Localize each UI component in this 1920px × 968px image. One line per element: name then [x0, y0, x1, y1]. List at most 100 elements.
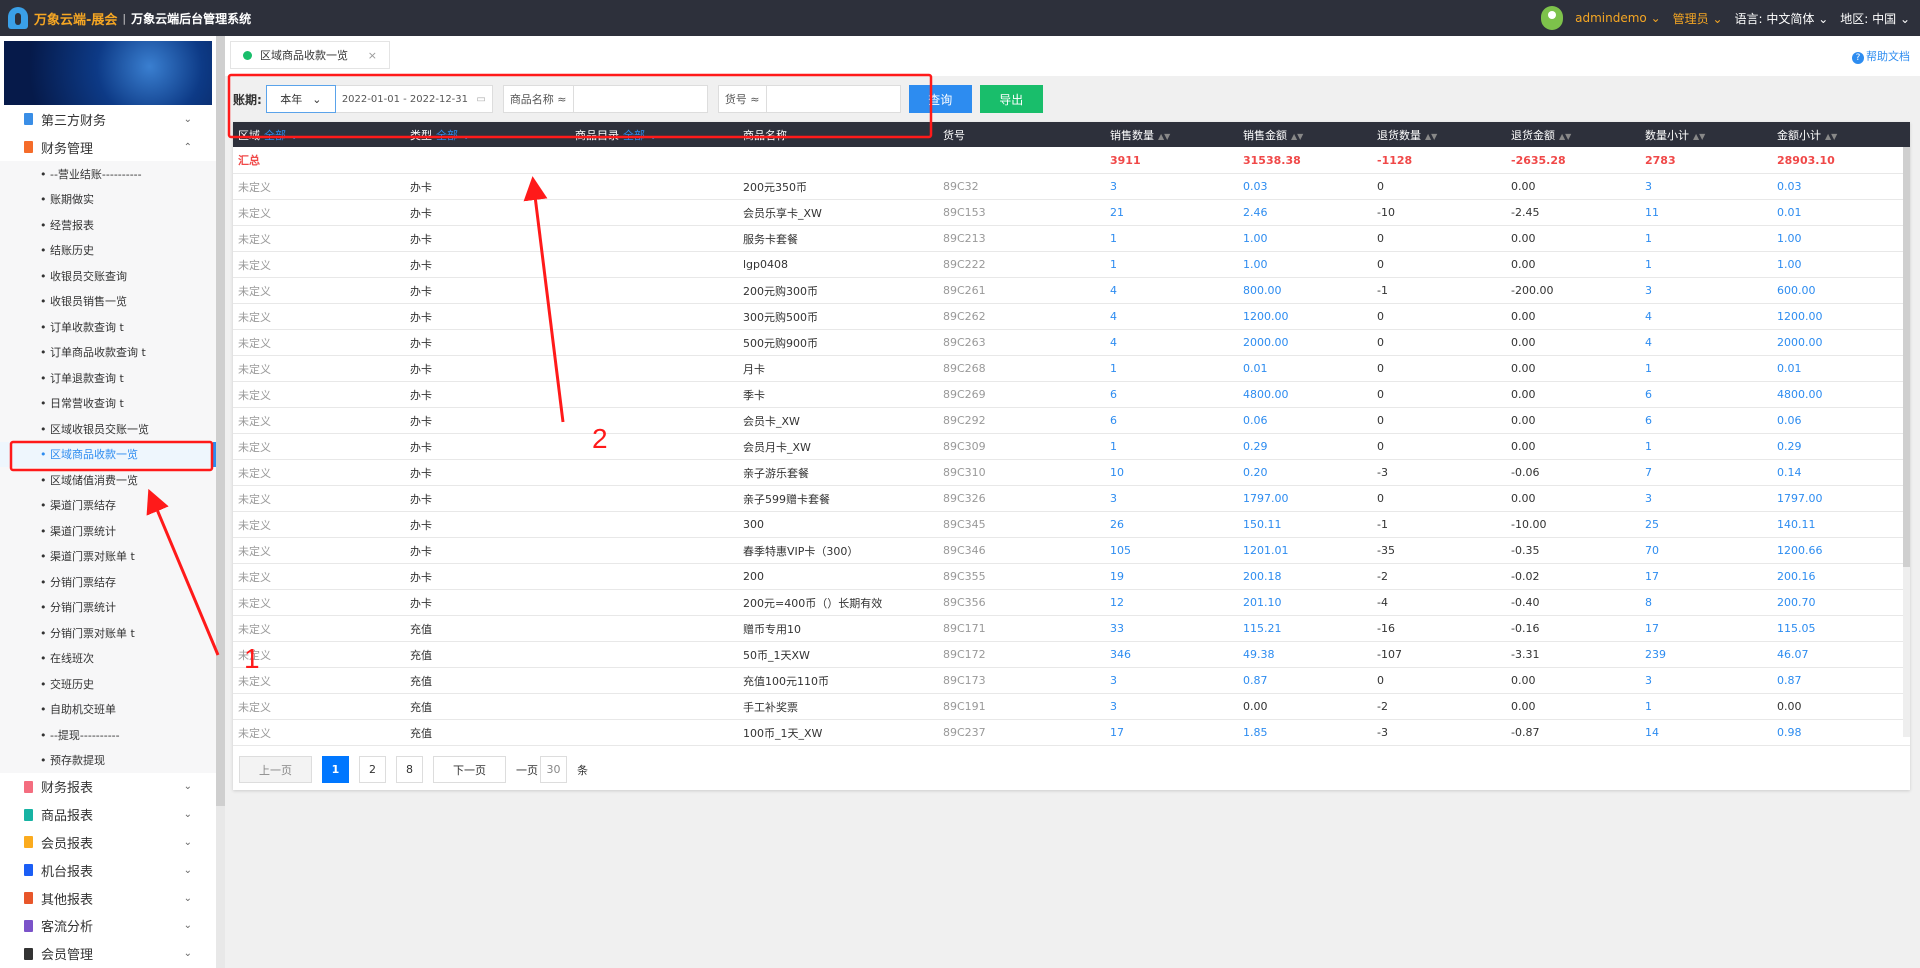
submenu-item[interactable]: • 分销门票对账单 t: [0, 620, 216, 646]
table-scrollbar[interactable]: [1903, 147, 1910, 737]
table-cell[interactable]: 200.16: [1772, 570, 1902, 583]
table-cell[interactable]: 0.87: [1772, 674, 1902, 687]
column-header[interactable]: 销售金额 ▲▼: [1238, 127, 1372, 143]
table-cell[interactable]: 0.98: [1772, 726, 1902, 739]
column-header[interactable]: 销售数量 ▲▼: [1105, 127, 1238, 143]
table-cell[interactable]: 0.29: [1238, 440, 1372, 453]
submenu-item[interactable]: • 在线班次: [0, 646, 216, 672]
period-select[interactable]: 本年 ⌄: [265, 85, 336, 113]
table-cell[interactable]: 4: [1640, 310, 1772, 323]
submenu-item[interactable]: • 分销门票统计: [0, 595, 216, 621]
column-header[interactable]: 退货数量 ▲▼: [1372, 127, 1506, 143]
table-cell[interactable]: 0.14: [1772, 466, 1902, 479]
table-cell[interactable]: 4: [1105, 284, 1238, 297]
table-cell[interactable]: 0.03: [1238, 180, 1372, 193]
table-cell[interactable]: 201.10: [1238, 596, 1372, 609]
table-cell[interactable]: 14: [1640, 726, 1772, 739]
table-cell[interactable]: 1: [1640, 440, 1772, 453]
table-cell[interactable]: 19: [1105, 570, 1238, 583]
export-button[interactable]: 导出: [979, 85, 1043, 113]
table-cell[interactable]: 800.00: [1238, 284, 1372, 297]
tab-active[interactable]: 区域商品收款一览 ×: [230, 41, 390, 69]
submenu-item[interactable]: • 渠道门票结存: [0, 493, 216, 519]
sort-icon[interactable]: ▲▼: [1158, 132, 1170, 140]
table-cell[interactable]: 1201.01: [1238, 544, 1372, 557]
column-header[interactable]: 金额小计 ▲▼: [1772, 127, 1902, 143]
submenu-item[interactable]: • 订单商品收款查询 t: [0, 340, 216, 366]
table-cell[interactable]: 2.46: [1238, 206, 1372, 219]
table-cell[interactable]: 1: [1640, 232, 1772, 245]
table-cell[interactable]: 1: [1105, 232, 1238, 245]
submenu-item[interactable]: • 收银员销售一览: [0, 289, 216, 315]
table-cell[interactable]: 12: [1105, 596, 1238, 609]
table-cell[interactable]: 4: [1105, 336, 1238, 349]
sort-icon[interactable]: ▲▼: [1425, 132, 1437, 140]
table-cell[interactable]: 26: [1105, 518, 1238, 531]
table-cell[interactable]: 49.38: [1238, 648, 1372, 661]
sort-icon[interactable]: ▲▼: [1559, 132, 1571, 140]
table-cell[interactable]: 115.21: [1238, 622, 1372, 635]
table-cell[interactable]: 0.00: [1772, 700, 1902, 713]
table-cell[interactable]: 1: [1640, 362, 1772, 375]
table-cell[interactable]: 70: [1640, 544, 1772, 557]
table-cell[interactable]: 150.11: [1238, 518, 1372, 531]
table-cell[interactable]: 115.05: [1772, 622, 1902, 635]
table-cell[interactable]: 1200.00: [1238, 310, 1372, 323]
sidebar-item[interactable]: 财务管理 ⌃: [0, 133, 216, 161]
query-button[interactable]: 查询: [908, 85, 972, 113]
submenu-item[interactable]: • --提现----------: [0, 722, 216, 748]
table-cell[interactable]: 1.00: [1772, 258, 1902, 271]
language-select[interactable]: 中文简体 ⌄: [1766, 12, 1828, 26]
table-cell[interactable]: 1: [1105, 258, 1238, 271]
table-cell[interactable]: 0.20: [1238, 466, 1372, 479]
table-cell[interactable]: 0.06: [1238, 414, 1372, 427]
table-cell[interactable]: 4800.00: [1772, 388, 1902, 401]
sidebar-item[interactable]: 第三方财务 ⌄: [0, 105, 216, 133]
user-menu[interactable]: admindemo ⌄: [1575, 11, 1661, 25]
table-cell[interactable]: 140.11: [1772, 518, 1902, 531]
submenu-item[interactable]: • 区域商品收款一览: [0, 441, 216, 467]
table-cell[interactable]: 1.00: [1772, 232, 1902, 245]
product-name-input[interactable]: [573, 86, 704, 112]
page-button[interactable]: 1: [322, 756, 349, 783]
table-cell[interactable]: 1797.00: [1772, 492, 1902, 505]
table-cell[interactable]: 1797.00: [1238, 492, 1372, 505]
sidebar-item[interactable]: 商品报表 ⌄: [0, 801, 216, 829]
submenu-item[interactable]: • 自助机交班单: [0, 697, 216, 723]
sidebar-scrollbar[interactable]: [216, 36, 225, 968]
table-cell[interactable]: 0.00: [1238, 700, 1372, 713]
table-cell[interactable]: 21: [1105, 206, 1238, 219]
sidebar-item[interactable]: 会员报表 ⌄: [0, 829, 216, 857]
role-menu[interactable]: 管理员 ⌄: [1673, 10, 1723, 27]
submenu-item[interactable]: • 预存款提现: [0, 748, 216, 774]
next-page-button[interactable]: 下一页: [433, 756, 506, 783]
prev-page-button[interactable]: 上一页: [239, 756, 312, 783]
table-cell[interactable]: 2000.00: [1772, 336, 1902, 349]
submenu-item[interactable]: • 结账历史: [0, 238, 216, 264]
table-cell[interactable]: 1: [1640, 258, 1772, 271]
page-size-input[interactable]: 30: [540, 756, 567, 783]
sort-icon[interactable]: ▲▼: [1825, 132, 1837, 140]
table-cell[interactable]: 0.01: [1238, 362, 1372, 375]
submenu-item[interactable]: • 收银员交账查询: [0, 263, 216, 289]
table-cell[interactable]: 8: [1640, 596, 1772, 609]
sort-icon[interactable]: ▲▼: [1693, 132, 1705, 140]
date-range-input[interactable]: 2022-01-01 - 2022-12-31 ▭: [335, 85, 493, 113]
table-cell[interactable]: 1: [1105, 440, 1238, 453]
table-cell[interactable]: 0.01: [1772, 362, 1902, 375]
page-button[interactable]: 8: [396, 756, 423, 783]
table-cell[interactable]: 4800.00: [1238, 388, 1372, 401]
table-cell[interactable]: 346: [1105, 648, 1238, 661]
column-filter[interactable]: 全部 ⌄: [623, 129, 658, 142]
table-cell[interactable]: 1200.00: [1772, 310, 1902, 323]
table-cell[interactable]: 1.85: [1238, 726, 1372, 739]
submenu-item[interactable]: • 订单收款查询 t: [0, 314, 216, 340]
table-cell[interactable]: 0.01: [1772, 206, 1902, 219]
table-cell[interactable]: 200.70: [1772, 596, 1902, 609]
submenu-item[interactable]: • 渠道门票对账单 t: [0, 544, 216, 570]
table-cell[interactable]: 11: [1640, 206, 1772, 219]
table-cell[interactable]: 1200.66: [1772, 544, 1902, 557]
help-docs-link[interactable]: ? 帮助文档: [1852, 48, 1910, 64]
table-cell[interactable]: 239: [1640, 648, 1772, 661]
table-cell[interactable]: 17: [1640, 622, 1772, 635]
